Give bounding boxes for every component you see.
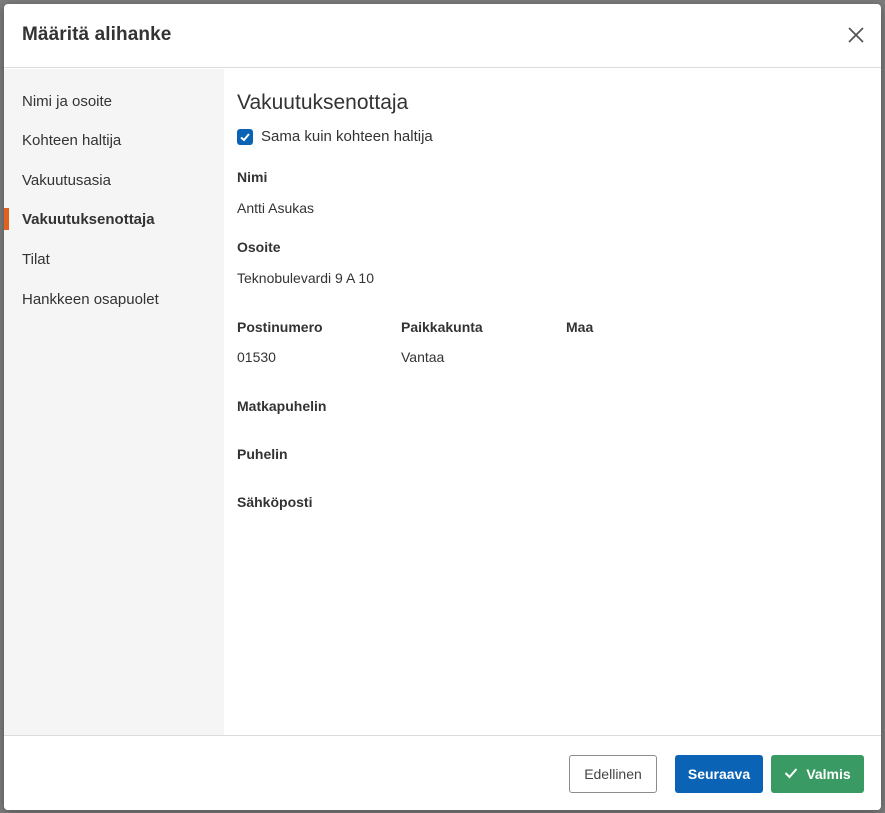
next-button[interactable]: Seuraava: [675, 755, 763, 793]
done-button-label: Valmis: [806, 766, 851, 782]
section-title: Vakuutuksenottaja: [237, 91, 409, 114]
nav-item-label: Nimi ja osoite: [22, 93, 113, 110]
nav-item-vakuutuksenottaja[interactable]: Vakuutuksenottaja: [4, 202, 224, 236]
previous-button[interactable]: Edellinen: [569, 755, 657, 793]
active-indicator: [4, 208, 9, 230]
email-label: Sähköposti: [237, 494, 313, 510]
check-icon: [784, 766, 798, 782]
city-label: Paikkakunta: [401, 319, 483, 335]
form-content: Vakuutuksenottaja Sama kuin kohteen halt…: [224, 69, 881, 735]
close-button[interactable]: [845, 24, 867, 46]
postal-code-label: Postinumero: [237, 319, 323, 335]
name-label: Nimi: [237, 169, 268, 185]
step-navigation: Nimi ja osoite Kohteen haltija Vakuutusa…: [4, 69, 224, 735]
name-value: Antti Asukas: [237, 200, 315, 216]
same-as-holder-label: Sama kuin kohteen haltija: [261, 128, 433, 145]
nav-item-label: Tilat: [22, 251, 50, 268]
nav-item-vakuutusasia[interactable]: Vakuutusasia: [4, 163, 224, 197]
checkmark-icon: [240, 133, 250, 142]
dialog-title: Määritä alihanke: [22, 24, 172, 45]
address-label: Osoite: [237, 239, 281, 255]
same-as-holder-checkbox[interactable]: [237, 129, 253, 145]
nav-item-label: Hankkeen osapuolet: [22, 291, 159, 308]
country-label: Maa: [566, 319, 594, 335]
postal-code-value: 01530: [237, 349, 276, 365]
nav-item-nimi-ja-osoite[interactable]: Nimi ja osoite: [4, 84, 224, 118]
nav-item-label: Vakuutusasia: [22, 172, 111, 189]
dialog-footer: Edellinen Seuraava Valmis: [4, 735, 881, 810]
dialog-header: Määritä alihanke: [4, 4, 881, 68]
mobile-label: Matkapuhelin: [237, 398, 327, 414]
close-icon: [848, 27, 864, 43]
nav-item-label: Vakuutuksenottaja: [22, 211, 155, 228]
nav-item-hankkeen-osapuolet[interactable]: Hankkeen osapuolet: [4, 282, 224, 316]
phone-label: Puhelin: [237, 446, 288, 462]
address-value: Teknobulevardi 9 A 10: [237, 270, 374, 286]
dialog: Määritä alihanke Nimi ja osoite Kohteen …: [4, 4, 881, 810]
city-value: Vantaa: [401, 349, 445, 365]
nav-item-kohteen-haltija[interactable]: Kohteen haltija: [4, 123, 224, 157]
done-button[interactable]: Valmis: [771, 755, 864, 793]
nav-item-label: Kohteen haltija: [22, 132, 122, 149]
nav-item-tilat[interactable]: Tilat: [4, 242, 224, 276]
